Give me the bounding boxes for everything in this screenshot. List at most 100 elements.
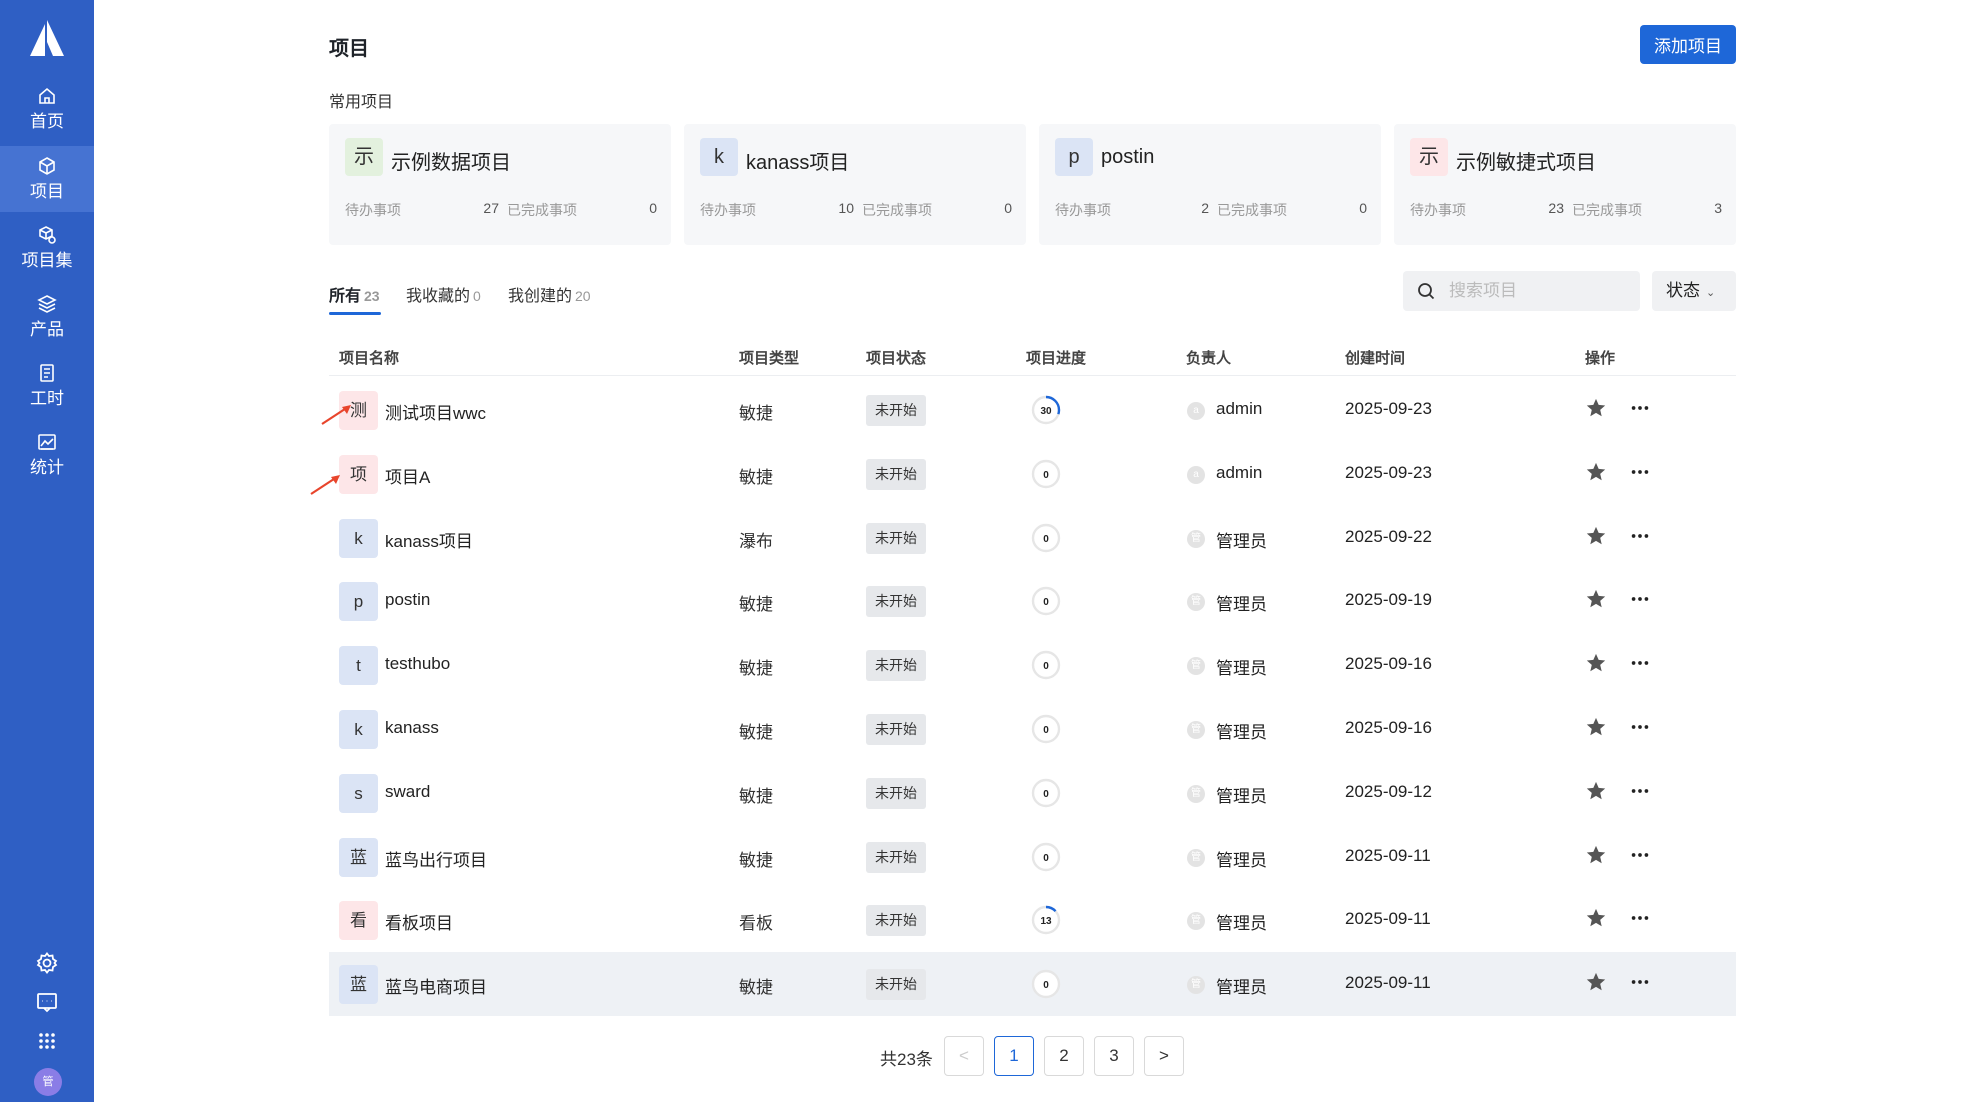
todo-count: 27 bbox=[483, 200, 499, 216]
status-filter-label: 状态 bbox=[1666, 281, 1700, 300]
status-badge: 未开始 bbox=[866, 650, 926, 682]
project-name-link[interactable]: kanass项目 bbox=[385, 527, 473, 552]
owner-avatar: 管 bbox=[1187, 784, 1205, 803]
star-icon[interactable] bbox=[1585, 907, 1607, 929]
pagination-page-2[interactable]: 2 bbox=[1044, 1036, 1084, 1076]
gear-icon[interactable] bbox=[35, 951, 59, 975]
more-icon[interactable] bbox=[1629, 525, 1651, 547]
apps-grid-icon[interactable] bbox=[35, 1029, 59, 1053]
sidebar-item-worktime[interactable]: 工时 bbox=[0, 353, 94, 419]
more-icon[interactable] bbox=[1629, 397, 1651, 419]
sidebar-item-statistics[interactable]: 统计 bbox=[0, 422, 94, 488]
search-input[interactable] bbox=[1449, 271, 1629, 311]
column-header-type: 项目类型 bbox=[739, 350, 800, 367]
status-badge: 未开始 bbox=[866, 458, 926, 490]
pagination-page-1[interactable]: 1 bbox=[994, 1036, 1034, 1076]
star-icon[interactable] bbox=[1585, 652, 1607, 674]
table-row[interactable]: 测测试项目wwc 敏捷 未开始 30 a admin 2025-09-23 bbox=[329, 378, 1736, 442]
tab-all[interactable]: 所有 23 bbox=[329, 282, 380, 306]
progress-ring: 13 bbox=[1031, 906, 1061, 935]
more-icon[interactable] bbox=[1629, 652, 1651, 674]
favorite-project-card[interactable]: 示示例数据项目 待办事项 27 已完成事项 0 bbox=[329, 124, 671, 245]
sidebar-item-project-set[interactable]: 项目集 bbox=[0, 215, 94, 281]
pagination-next-button[interactable]: > bbox=[1144, 1036, 1184, 1076]
owner-name: 管理员 bbox=[1216, 723, 1267, 742]
sidebar-item-home[interactable]: 首页 bbox=[0, 76, 94, 142]
status-badge: 未开始 bbox=[866, 841, 926, 873]
sidebar-item-label: 产品 bbox=[30, 320, 64, 339]
table-row[interactable]: 看看板项目 看板 未开始 13 管管理员 2025-09-11 bbox=[329, 888, 1736, 952]
created-date: 2025-09-16 bbox=[1345, 654, 1432, 674]
tab-count: 23 bbox=[364, 288, 380, 304]
star-icon[interactable] bbox=[1585, 971, 1607, 993]
owner-avatar: 管 bbox=[1187, 848, 1205, 867]
project-name-link[interactable]: 看板项目 bbox=[385, 909, 453, 934]
project-name-link[interactable]: testhubo bbox=[385, 654, 450, 674]
table-row[interactable]: k kanass项目 瀑布 未开始 0 管管理员 2025-09-22 bbox=[329, 506, 1736, 570]
project-name-link[interactable]: 蓝鸟电商项目 bbox=[385, 973, 487, 998]
project-name-link[interactable]: 蓝鸟出行项目 bbox=[385, 846, 487, 871]
star-icon[interactable] bbox=[1585, 525, 1607, 547]
star-icon[interactable] bbox=[1585, 397, 1607, 419]
todo-count: 10 bbox=[838, 200, 854, 216]
table-row[interactable]: 蓝蓝鸟出行项目 敏捷 未开始 0 管管理员 2025-09-11 bbox=[329, 825, 1736, 889]
more-icon[interactable] bbox=[1629, 971, 1651, 993]
owner-avatar: 管 bbox=[1187, 657, 1205, 676]
project-name-link[interactable]: sward bbox=[385, 782, 430, 802]
table-row[interactable]: s sward 敏捷 未开始 0 管管理员 2025-09-12 bbox=[329, 761, 1736, 825]
more-icon[interactable] bbox=[1629, 780, 1651, 802]
done-label: 已完成事项 bbox=[507, 202, 577, 218]
table-row[interactable]: 项项目A 敏捷 未开始 0 a admin 2025-09-23 bbox=[329, 442, 1736, 506]
table-row[interactable]: t testhubo 敏捷 未开始 0 管管理员 2025-09-16 bbox=[329, 633, 1736, 697]
project-name-link[interactable]: postin bbox=[385, 590, 430, 610]
layers-icon bbox=[37, 295, 57, 313]
owner-name: 管理员 bbox=[1216, 595, 1267, 615]
logo-icon[interactable] bbox=[28, 18, 66, 58]
more-icon[interactable] bbox=[1629, 907, 1651, 929]
sidebar-item-project[interactable]: 项目 bbox=[0, 146, 94, 212]
star-icon[interactable] bbox=[1585, 588, 1607, 610]
star-icon[interactable] bbox=[1585, 461, 1607, 483]
favorite-project-card[interactable]: k kanass项目 待办事项 10 已完成事项 0 bbox=[684, 124, 1026, 245]
pagination-total: 共23条 bbox=[880, 1050, 933, 1069]
more-icon[interactable] bbox=[1629, 588, 1651, 610]
owner-avatar: a bbox=[1187, 402, 1205, 420]
project-icon: k bbox=[339, 710, 378, 749]
project-name: 示例敏捷式项目 bbox=[1456, 152, 1596, 174]
star-icon[interactable] bbox=[1585, 780, 1607, 802]
table-row[interactable]: p postin 敏捷 未开始 0 管管理员 2025-09-19 bbox=[329, 569, 1736, 633]
tab-favorited[interactable]: 我收藏的 0 bbox=[406, 282, 481, 306]
project-name-link[interactable]: kanass bbox=[385, 718, 439, 738]
cube-icon bbox=[39, 157, 55, 175]
favorite-project-card[interactable]: p postin 待办事项 2 已完成事项 0 bbox=[1039, 124, 1381, 245]
tab-label: 我收藏的 bbox=[406, 288, 471, 305]
project-type: 敏捷 bbox=[739, 595, 773, 615]
project-name-link[interactable]: 测试项目wwc bbox=[385, 399, 486, 424]
pagination-prev-button[interactable]: < bbox=[944, 1036, 984, 1076]
status-filter-dropdown[interactable]: 状态 ⌄ bbox=[1652, 271, 1736, 311]
favorites-label: 常用项目 bbox=[329, 94, 394, 111]
todo-label: 待办事项 bbox=[345, 202, 401, 218]
favorite-project-card[interactable]: 示示例敏捷式项目 待办事项 23 已完成事项 3 bbox=[1394, 124, 1736, 245]
owner-name: 管理员 bbox=[1216, 914, 1267, 934]
more-icon[interactable] bbox=[1629, 716, 1651, 738]
more-icon[interactable] bbox=[1629, 844, 1651, 866]
table-row[interactable]: k kanass 敏捷 未开始 0 管管理员 2025-09-16 bbox=[329, 697, 1736, 761]
created-date: 2025-09-23 bbox=[1345, 462, 1432, 482]
owner-avatar: 管 bbox=[1187, 529, 1205, 548]
progress-value: 13 bbox=[1040, 916, 1052, 927]
star-icon[interactable] bbox=[1585, 716, 1607, 738]
todo-label: 待办事项 bbox=[1055, 202, 1111, 218]
sidebar-item-product[interactable]: 产品 bbox=[0, 284, 94, 350]
todo-count: 2 bbox=[1201, 200, 1209, 216]
more-icon[interactable] bbox=[1629, 461, 1651, 483]
project-name-link[interactable]: 项目A bbox=[385, 463, 430, 488]
table-row[interactable]: 蓝蓝鸟电商项目 敏捷 未开始 0 管管理员 2025-09-11 bbox=[329, 952, 1736, 1017]
add-project-button[interactable]: 添加项目 bbox=[1640, 25, 1736, 64]
avatar[interactable]: 管 bbox=[34, 1068, 62, 1096]
message-icon[interactable] bbox=[35, 990, 59, 1014]
pagination-page-3[interactable]: 3 bbox=[1094, 1036, 1134, 1076]
owner-name: 管理员 bbox=[1216, 850, 1267, 870]
tab-created[interactable]: 我创建的 20 bbox=[508, 282, 591, 306]
star-icon[interactable] bbox=[1585, 844, 1607, 866]
